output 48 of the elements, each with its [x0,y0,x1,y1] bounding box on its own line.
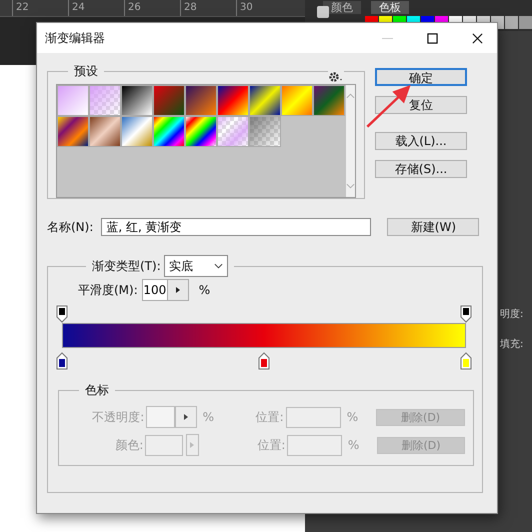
gradient-preset[interactable] [249,85,281,116]
panel-tab[interactable]: 颜色 [323,1,361,14]
gradient-preset[interactable] [121,85,153,116]
opacity-stop[interactable] [460,305,472,323]
ruler-number: 26 [124,0,180,16]
color-swatch[interactable] [505,16,518,29]
color-stop[interactable] [460,352,472,370]
close-icon[interactable] [472,32,483,44]
color-stop[interactable] [258,352,270,370]
dialog-button[interactable]: 存储(S)... [375,160,467,178]
chevron-down-icon[interactable] [214,263,223,269]
maximize-icon[interactable] [427,32,438,44]
gradient-preset[interactable] [185,116,217,147]
dialog-button[interactable]: 确定 [375,68,467,86]
percent-unit: % [202,410,215,424]
name-field[interactable]: 蓝, 红, 黄渐变 [101,218,372,236]
panel-tab[interactable]: 色板 [371,1,409,14]
dialog-button[interactable]: 复位 [375,96,467,114]
percent-unit: % [198,283,210,297]
window-title: 渐变编辑器 [45,30,106,46]
smoothness-field[interactable]: 100 [142,279,168,301]
color-stop[interactable] [56,352,68,370]
gradient-preset[interactable] [153,116,185,147]
ruler-number: 24 [68,0,124,16]
smoothness-label: 平滑度(M): [78,282,138,298]
stop-label: 不透明度: [91,408,144,426]
stop-label: 颜色: [114,436,144,454]
opacity-stop[interactable] [56,305,68,323]
name-label: 名称(N): [47,218,94,236]
panel-label: 明度: [500,308,524,321]
type-dropdown[interactable]: 实底 [164,255,228,277]
gradient-bar[interactable] [62,323,466,348]
new-button[interactable]: 新建(W) [387,218,480,236]
ruler-number: 22 [12,0,68,16]
ruler-number: 30 [236,0,292,16]
gradient-preset[interactable] [217,85,249,116]
dialog-button[interactable]: 载入(L)... [375,132,467,150]
group-title: 色标 [84,382,110,399]
gradient-preset[interactable] [185,85,217,116]
ruler-number: 28 [180,0,236,16]
group-title: 预设 [73,63,99,80]
position-label: 位置: [256,436,286,454]
color-swatch[interactable] [519,16,532,29]
position-label: 位置: [254,408,284,426]
percent-unit: % [346,438,360,452]
percent-unit: % [346,410,360,424]
panel-label: 填充: [500,338,524,351]
type-label: 渐变类型(T): [92,258,161,274]
